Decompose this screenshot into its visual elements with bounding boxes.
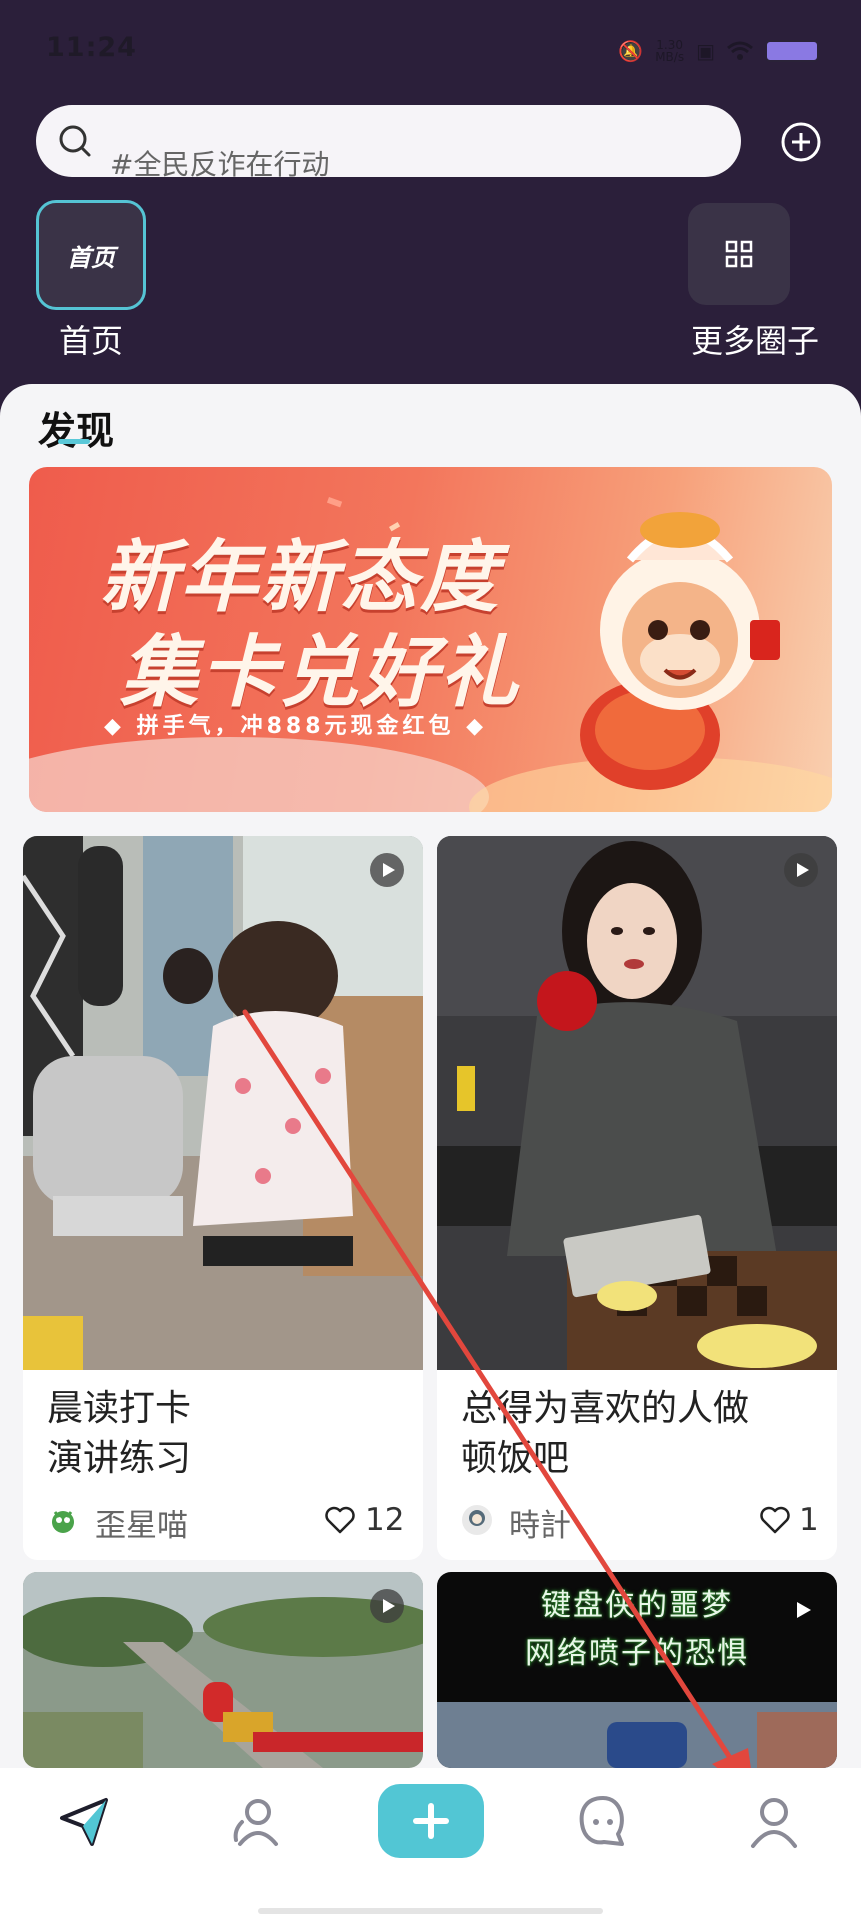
author-avatar[interactable] — [461, 1504, 493, 1536]
post-card[interactable]: 键盘侠的噩梦 网络喷子的恐惧 — [437, 1572, 837, 1768]
profile-icon[interactable] — [745, 1792, 803, 1850]
post-thumbnail — [23, 1572, 423, 1768]
section-title[interactable]: 发现 — [38, 400, 114, 455]
post-thumbnail — [23, 836, 423, 1370]
post-thumbnail — [437, 836, 837, 1370]
heart-icon[interactable] — [325, 1506, 355, 1534]
post-author[interactable]: 時計 — [509, 1500, 571, 1545]
like-count: 12 — [365, 1502, 405, 1538]
search-placeholder[interactable]: #全民反诈在行动 — [110, 143, 329, 183]
create-post-button[interactable] — [378, 1784, 484, 1858]
banner-title-line2: 集卡兑好礼 — [120, 628, 521, 718]
home-indicator — [258, 1908, 603, 1914]
like-count: 1 — [799, 1502, 819, 1538]
search-icon — [59, 125, 91, 157]
post-author[interactable]: 歪星喵 — [95, 1500, 188, 1545]
more-circles-label[interactable]: 更多圈子 — [680, 316, 830, 362]
grid-icon — [725, 240, 753, 268]
post-card[interactable]: 总得为喜欢的人做 顿饭吧 時計 1 — [437, 836, 837, 1560]
banner-subtitle: ◆ 拼手气，冲888元现金红包 ◆ — [104, 714, 488, 739]
heart-icon[interactable] — [760, 1506, 790, 1534]
add-circle-icon[interactable] — [780, 121, 822, 163]
status-icons: 🔕 1.30 MB/s ▣ — [618, 34, 819, 68]
network-speed: 1.30 MB/s — [655, 38, 685, 64]
video-play-icon — [784, 853, 818, 887]
chat-icon[interactable] — [574, 1792, 632, 1850]
status-time: 11:24 — [46, 32, 137, 63]
author-avatar[interactable] — [47, 1504, 79, 1536]
wifi-icon — [727, 41, 753, 60]
post-title: 总得为喜欢的人做 顿饭吧 — [461, 1388, 750, 1479]
post-title: 晨读打卡 演讲练习 — [47, 1388, 192, 1479]
mute-icon: 🔕 — [618, 39, 644, 63]
discover-icon[interactable] — [56, 1792, 114, 1850]
more-circles-tile[interactable] — [688, 203, 790, 305]
post-card[interactable]: 晨读打卡 演讲练习 歪星喵 12 — [23, 836, 423, 1560]
sim-icon: ▣ — [696, 39, 715, 63]
home-circle-tile[interactable]: 首页 — [36, 200, 146, 310]
plus-icon — [413, 1803, 449, 1839]
dragon-mascot-icon — [580, 512, 780, 790]
video-overlay-line2: 网络喷子的恐惧 — [525, 1636, 749, 1671]
home-circle-label[interactable]: 首页 — [36, 316, 146, 362]
post-card[interactable] — [23, 1572, 423, 1768]
video-play-icon — [370, 1589, 404, 1623]
friends-icon[interactable] — [228, 1792, 286, 1850]
section-underline — [58, 439, 90, 444]
video-play-icon — [370, 853, 404, 887]
video-play-icon — [797, 1602, 811, 1618]
video-overlay-line1: 键盘侠的噩梦 — [541, 1588, 733, 1623]
battery-icon — [765, 40, 819, 62]
